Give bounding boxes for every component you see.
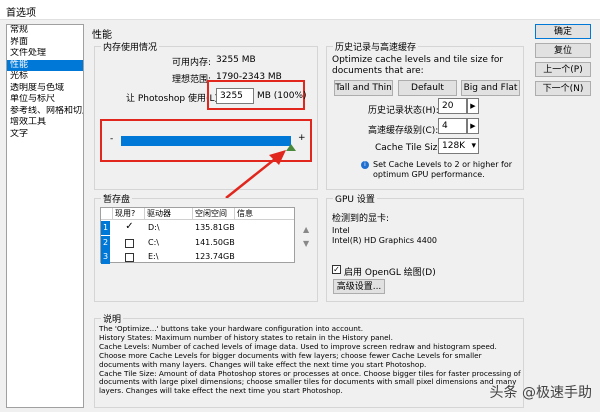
row-number: 3	[101, 250, 110, 264]
active-checkbox[interactable]	[125, 239, 134, 248]
preferences-nav: 常规 界面 文件处理 性能 光标 透明度与色域 单位与标尺 参考线、网格和切片 …	[6, 24, 84, 408]
nav-item-file-handling[interactable]: 文件处理	[7, 48, 83, 60]
cache-levels-input[interactable]: 4	[438, 118, 467, 134]
available-ram-value: 3255 MB	[216, 55, 256, 65]
slider-minus-label: -	[110, 134, 114, 144]
description-text: The 'Optimize...' buttons take your hard…	[99, 324, 521, 396]
active-checkbox[interactable]	[125, 253, 134, 262]
slider-plus-label: +	[298, 133, 306, 143]
nav-item-type[interactable]: 文字	[7, 129, 83, 141]
available-ram-label: 可用内存:	[172, 58, 212, 68]
drive-cell: D:\	[148, 223, 160, 232]
default-button[interactable]: Default	[398, 80, 457, 96]
cache-tile-size-label: Cache Tile Size:	[375, 143, 446, 153]
table-header-free-space: 空闲空间	[193, 208, 235, 220]
reorder-arrows[interactable]: ▲ ▼	[303, 223, 309, 251]
chevron-down-icon: ▾	[471, 141, 476, 151]
tall-and-thin-button[interactable]: Tall and Thin	[334, 80, 393, 96]
opengl-label: 启用 OpenGL 绘图(D)	[344, 268, 436, 278]
scratch-disks-table: 现用? 驱动器 空闲空间 信息 1 ✓ D:\ 135.81GB 2 C:\ 1…	[100, 207, 295, 265]
gpu-cache-tip: Set Cache Levels to 2 or higher for opti…	[373, 160, 513, 179]
memory-slider-fill	[121, 136, 291, 146]
table-header-num	[101, 208, 113, 220]
watermark: 头条 @极速手助	[489, 385, 592, 401]
optimize-description: Optimize cache levels and tile size for …	[332, 55, 504, 76]
reset-button[interactable]: 复位	[535, 43, 591, 58]
table-row[interactable]: 1 ✓ D:\ 135.81GB	[101, 221, 294, 236]
memory-usage-unit: MB (100%)	[257, 91, 307, 101]
history-group-label: 历史记录与高速缓存	[333, 40, 419, 53]
cache-levels-arrow[interactable]: ▶	[467, 118, 479, 134]
table-row[interactable]: 3 E:\ 123.74GB	[101, 250, 294, 265]
annotation-arrow	[225, 150, 286, 199]
move-up-icon[interactable]: ▲	[303, 223, 309, 237]
scratch-group-label: 暂存盘	[101, 192, 133, 205]
nav-item-guides-grid-slices[interactable]: 参考线、网格和切片	[7, 106, 83, 118]
detected-gpu-label: 检测到的显卡:	[332, 214, 390, 224]
cache-tile-size-select[interactable]: 128K ▾	[438, 138, 479, 154]
next-button[interactable]: 下一个(N)	[535, 81, 591, 96]
description-group: 说明 The 'Optimize...' buttons take your h…	[94, 312, 524, 408]
big-and-flat-button[interactable]: Big and Flat	[461, 80, 520, 96]
nav-item-units-rulers[interactable]: 单位与标尺	[7, 94, 83, 106]
nav-item-performance[interactable]: 性能	[7, 59, 83, 71]
ideal-range-label: 理想范围:	[172, 75, 212, 85]
info-icon: i	[361, 161, 369, 169]
cache-tile-size-value: 128K	[442, 141, 466, 151]
cache-levels-label: 高速缓存级别(C):	[368, 126, 439, 136]
nav-item-general[interactable]: 常规	[7, 25, 83, 37]
nav-item-cursors[interactable]: 光标	[7, 71, 83, 83]
memory-slider-track[interactable]	[121, 136, 291, 146]
table-header-active: 现用?	[113, 208, 145, 220]
memory-group-label: 内存使用情况	[101, 40, 160, 53]
free-space-cell: 135.81GB	[195, 223, 235, 232]
active-checkbox[interactable]: ✓	[125, 222, 134, 232]
opengl-checkbox[interactable]: ✓	[332, 265, 341, 274]
nav-item-interface[interactable]: 界面	[7, 37, 83, 49]
row-number: 2	[101, 236, 110, 250]
ok-button[interactable]: 确定	[535, 24, 591, 39]
memory-usage-input[interactable]: 3255	[216, 88, 254, 104]
drive-cell: E:\	[148, 252, 159, 261]
move-down-icon[interactable]: ▼	[303, 237, 309, 251]
previous-button[interactable]: 上一个(P)	[535, 62, 591, 77]
table-header-drive: 驱动器	[145, 208, 193, 220]
nav-item-transparency-gamut[interactable]: 透明度与色域	[7, 83, 83, 95]
free-space-cell: 123.74GB	[195, 252, 235, 261]
gpu-vendor: Intel	[332, 226, 350, 235]
free-space-cell: 141.50GB	[195, 238, 235, 247]
drive-cell: C:\	[148, 238, 159, 247]
section-title: 性能	[92, 30, 112, 41]
advanced-settings-button[interactable]: 高级设置...	[333, 279, 385, 294]
chevron-right-icon: ▶	[470, 102, 476, 110]
history-states-input[interactable]: 20	[438, 98, 467, 114]
row-number: 1	[101, 221, 110, 235]
gpu-group-label: GPU 设置	[333, 192, 377, 205]
window-title: 首选项	[6, 8, 36, 19]
gpu-model: Intel(R) HD Graphics 4400	[332, 236, 438, 245]
history-states-label: 历史记录状态(H):	[368, 106, 439, 116]
table-header-info: 信息	[235, 208, 294, 220]
window-title-bar: 首选项	[0, 0, 600, 20]
table-row[interactable]: 2 C:\ 141.50GB	[101, 236, 294, 251]
chevron-right-icon: ▶	[470, 122, 476, 130]
history-states-arrow[interactable]: ▶	[467, 98, 479, 114]
nav-item-plugins[interactable]: 增效工具	[7, 117, 83, 129]
